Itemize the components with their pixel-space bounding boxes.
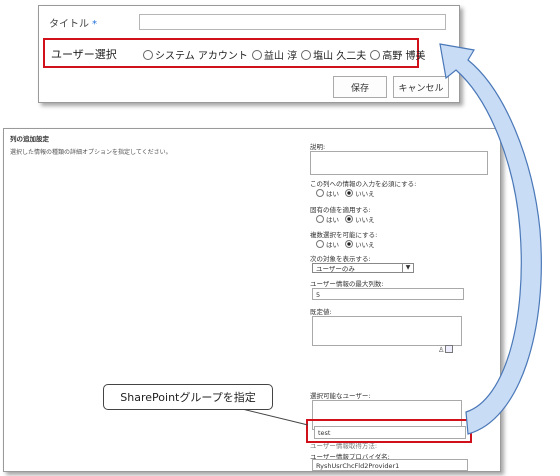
curved-arrow-icon xyxy=(439,43,542,435)
annotation-overlay xyxy=(237,43,542,435)
callout-pointer xyxy=(237,407,309,426)
callout-annotation: SharePointグループを指定 xyxy=(103,384,273,410)
